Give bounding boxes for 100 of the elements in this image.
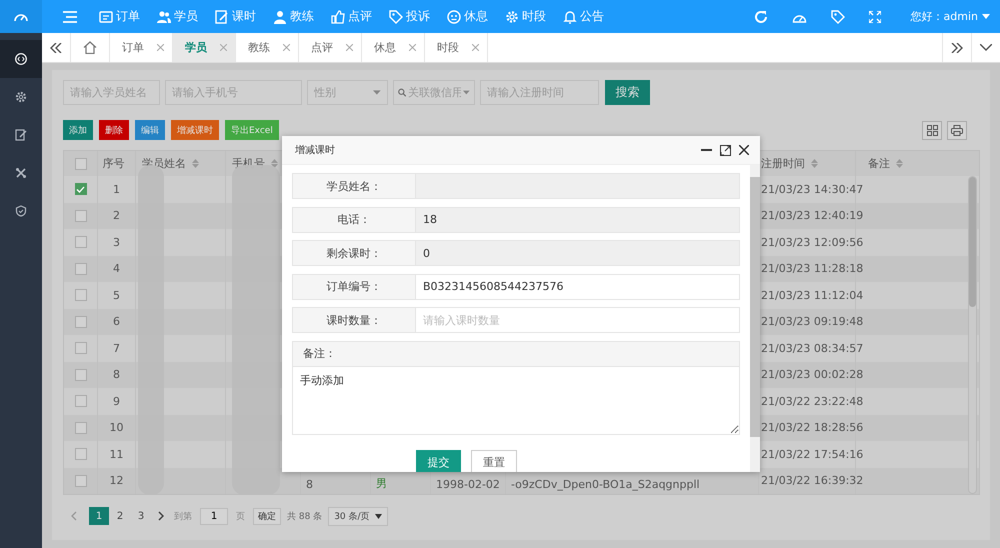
nav-link[interactable]: 时段 (505, 8, 546, 25)
confirm-button[interactable]: 确定 (253, 508, 281, 524)
page-tab[interactable]: 时段 (425, 33, 488, 62)
field-label: 剩余课时： (292, 240, 416, 266)
table-cell: 4 (113, 262, 120, 276)
toolbar-button[interactable]: 增减课时 (171, 120, 219, 140)
row-checkbox[interactable] (74, 474, 86, 487)
nav-link[interactable]: 教练 (273, 8, 314, 25)
row-checkbox[interactable] (74, 342, 86, 354)
table-cell: -o9zCDv_Dpen0-BO1a_S2aqgnppll (511, 478, 700, 491)
next-page-icon[interactable] (158, 511, 164, 521)
field-label: 学员姓名： (292, 173, 416, 199)
print-button[interactable] (947, 120, 967, 140)
text-input[interactable]: B0323145608544237576 (416, 274, 739, 298)
nav-link[interactable]: 投诉 (389, 8, 430, 25)
page-number[interactable]: 1 (89, 507, 109, 525)
refresh-icon[interactable] (754, 10, 768, 24)
tag-icon (389, 10, 403, 24)
toolbar-button[interactable]: 添加 (63, 120, 93, 140)
row-checkbox[interactable] (74, 316, 86, 328)
scrollbar[interactable] (750, 165, 760, 472)
page-number[interactable]: 2 (110, 507, 130, 525)
nav-link[interactable]: 订单 (99, 8, 140, 25)
row-checkbox[interactable] (74, 395, 86, 408)
page-tab[interactable]: 教练 (236, 33, 299, 62)
row-checkbox[interactable] (74, 183, 86, 196)
field-label: 电话： (292, 206, 416, 232)
remark-textarea[interactable]: 手动添加 (292, 366, 740, 434)
dashboard-icon[interactable] (0, 0, 42, 33)
page-unit-label: 页 (236, 510, 245, 522)
document-icon (99, 10, 113, 24)
table-cell: 9 (113, 394, 120, 408)
nav-link[interactable]: 点评 (331, 8, 372, 25)
page-number[interactable]: 3 (131, 507, 151, 525)
sort-icon[interactable] (896, 159, 903, 168)
nav-link[interactable]: 学员 (157, 8, 198, 25)
scrollbar[interactable] (968, 176, 977, 494)
fullscreen-icon[interactable] (868, 10, 881, 22)
table-cell: 10 (110, 421, 124, 434)
dialog-button[interactable]: 重置 (471, 450, 517, 472)
sort-icon[interactable] (192, 159, 199, 168)
maximize-icon[interactable] (720, 144, 731, 156)
close-icon[interactable] (739, 145, 749, 155)
table-cell: 21/03/23 08:34:57 (761, 342, 864, 355)
columns-button[interactable] (922, 120, 942, 140)
select-all-checkbox[interactable] (74, 158, 86, 170)
column-header[interactable]: 注册时间 (761, 156, 805, 171)
row-checkbox[interactable] (74, 368, 86, 381)
menu-icon[interactable] (63, 10, 77, 22)
sort-icon[interactable] (811, 159, 818, 168)
gear-icon (505, 10, 519, 24)
page-size-select[interactable]: 30 条/页 (328, 506, 388, 526)
caret-icon (375, 514, 382, 518)
row-checkbox[interactable] (74, 448, 86, 460)
toolbar-button[interactable]: 删除 (99, 120, 129, 140)
people-icon (157, 10, 171, 24)
table-cell: 8 (113, 368, 120, 382)
table-cell: 21/03/23 12:09:56 (761, 236, 864, 249)
double-chevron-left-icon (50, 42, 62, 52)
table-cell: 11 (110, 448, 124, 461)
column-header[interactable]: 学员姓名 (142, 156, 186, 171)
page-tab[interactable]: 休息 (362, 33, 425, 62)
nav-link[interactable]: 课时 (215, 8, 256, 25)
caret-icon (982, 14, 990, 19)
toolbar-button[interactable]: 导出Excel (225, 120, 279, 140)
row-checkbox[interactable] (74, 289, 86, 302)
nav-link[interactable]: 休息 (447, 8, 488, 25)
toolbar-button[interactable]: 编辑 (135, 120, 165, 140)
column-header[interactable]: 备注 (868, 156, 890, 171)
face-icon (447, 10, 461, 24)
double-chevron-right-icon (951, 42, 963, 52)
row-checkbox[interactable] (74, 422, 86, 434)
column-header[interactable]: 序号 (102, 156, 124, 171)
caret-icon (373, 90, 381, 95)
code-icon (15, 53, 27, 65)
row-checkbox[interactable] (74, 262, 86, 275)
user-menu[interactable]: 您好：admin (910, 9, 978, 24)
table-cell: 8 (306, 478, 313, 491)
page-tab[interactable]: 学员 (173, 33, 236, 62)
row-checkbox[interactable] (74, 236, 86, 248)
nav-link[interactable]: 公告 (563, 8, 604, 25)
dialog-title: 增减课时 (295, 144, 335, 157)
sidebar-item[interactable] (0, 40, 42, 78)
page-tab[interactable]: 点评 (299, 33, 362, 62)
tools-icon (15, 167, 27, 179)
sort-icon[interactable] (271, 159, 278, 168)
row-checkbox[interactable] (74, 210, 86, 222)
table-cell: 1998-02-02 (436, 478, 500, 491)
goto-label: 到第 (174, 510, 192, 522)
table-cell: 男 (376, 476, 387, 491)
dialog-button[interactable]: 提交 (416, 450, 461, 472)
person-icon (273, 10, 287, 24)
table-cell: 2 (113, 209, 120, 222)
text-input[interactable]: 请输入课时数量 (416, 308, 739, 332)
tag-icon[interactable] (830, 10, 845, 24)
search-button[interactable]: 搜索 (605, 80, 650, 105)
table-cell: 5 (113, 288, 120, 302)
search-icon (398, 87, 406, 98)
page-input[interactable]: 1 (200, 508, 228, 524)
previous-page-icon[interactable] (71, 511, 77, 521)
